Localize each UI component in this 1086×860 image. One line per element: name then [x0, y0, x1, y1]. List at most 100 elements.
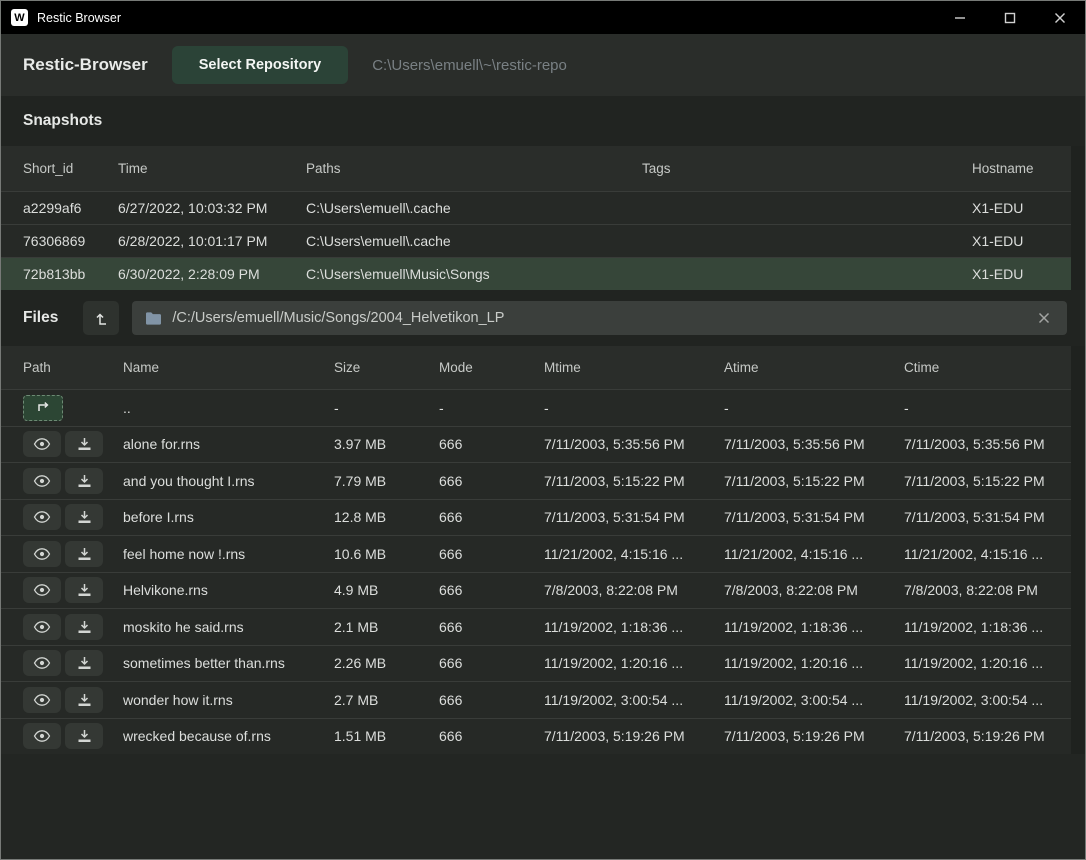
download-file-button[interactable]: [65, 541, 103, 567]
preview-file-button[interactable]: [23, 541, 61, 567]
file-name: wonder how it.rns: [123, 692, 334, 708]
column-header-mode: Mode: [439, 360, 544, 375]
file-mtime: 11/21/2002, 4:15:16 ...: [544, 546, 724, 562]
snapshot-time: 6/28/2022, 10:01:17 PM: [118, 233, 306, 249]
download-file-button[interactable]: [65, 614, 103, 640]
file-ctime: 7/11/2003, 5:19:26 PM: [904, 728, 1071, 744]
window-title: Restic Browser: [37, 11, 121, 25]
parent-directory-row: .. - - - - -: [1, 389, 1071, 426]
download-file-button[interactable]: [65, 577, 103, 603]
file-row: sometimes better than.rns 2.26 MB 666 11…: [1, 645, 1071, 682]
eye-icon: [33, 656, 51, 670]
file-size: -: [334, 400, 439, 416]
file-mtime: 7/11/2003, 5:31:54 PM: [544, 509, 724, 525]
file-atime: 7/11/2003, 5:19:26 PM: [724, 728, 904, 744]
file-mode: 666: [439, 509, 544, 525]
toolbar: Restic-Browser Select Repository C:\User…: [1, 34, 1085, 96]
file-mtime: -: [544, 400, 724, 416]
file-mode: 666: [439, 436, 544, 452]
preview-file-button[interactable]: [23, 650, 61, 676]
file-row-actions: [23, 431, 123, 457]
column-header-hostname: Hostname: [972, 161, 1071, 176]
preview-file-button[interactable]: [23, 723, 61, 749]
app-title: Restic-Browser: [23, 55, 148, 75]
maximize-icon: [1004, 12, 1016, 24]
snapshots-scrollbar-gutter[interactable]: [1071, 146, 1085, 290]
files-path-breadcrumb: /C:/Users/emuell/Music/Songs/2004_Helvet…: [132, 301, 1067, 335]
preview-file-button[interactable]: [23, 504, 61, 530]
file-row: moskito he said.rns 2.1 MB 666 11/19/200…: [1, 608, 1071, 645]
snapshot-row[interactable]: 72b813bb 6/30/2022, 2:28:09 PM C:\Users\…: [1, 257, 1071, 290]
download-file-button[interactable]: [65, 650, 103, 676]
folder-icon: [145, 311, 162, 326]
file-row-actions: [23, 504, 123, 530]
download-file-button[interactable]: [65, 504, 103, 530]
download-file-button[interactable]: [65, 431, 103, 457]
select-repository-button[interactable]: Select Repository: [172, 46, 349, 84]
snapshot-paths: C:\Users\emuell\.cache: [306, 233, 642, 249]
preview-file-button[interactable]: [23, 614, 61, 640]
column-header-size: Size: [334, 360, 439, 375]
download-file-button[interactable]: [65, 687, 103, 713]
file-atime: 7/11/2003, 5:35:56 PM: [724, 436, 904, 452]
file-mtime: 7/11/2003, 5:15:22 PM: [544, 473, 724, 489]
download-icon: [77, 510, 92, 524]
download-icon: [77, 474, 92, 488]
snapshot-hostname: X1-EDU: [972, 266, 1071, 282]
column-header-atime: Atime: [724, 360, 904, 375]
file-size: 7.79 MB: [334, 473, 439, 489]
column-header-tags: Tags: [642, 161, 972, 176]
file-name: wrecked because of.rns: [123, 728, 334, 744]
file-mtime: 7/11/2003, 5:35:56 PM: [544, 436, 724, 452]
file-mode: 666: [439, 546, 544, 562]
eye-icon: [33, 620, 51, 634]
snapshots-table: Short_id Time Paths Tags Hostname a2299a…: [1, 146, 1085, 290]
up-level-button[interactable]: [83, 301, 119, 335]
download-file-button[interactable]: [65, 468, 103, 494]
download-icon: [77, 693, 92, 707]
download-icon: [77, 547, 92, 561]
file-mtime: 7/8/2003, 8:22:08 PM: [544, 582, 724, 598]
snapshot-short-id: a2299af6: [23, 200, 118, 216]
file-mode: -: [439, 400, 544, 416]
snapshot-row[interactable]: a2299af6 6/27/2022, 10:03:32 PM C:\Users…: [1, 191, 1071, 224]
download-icon: [77, 620, 92, 634]
column-header-short-id: Short_id: [23, 161, 118, 176]
up-level-arrow-icon: [93, 310, 110, 327]
file-row: Helvikone.rns 4.9 MB 666 7/8/2003, 8:22:…: [1, 572, 1071, 609]
maximize-button[interactable]: [985, 1, 1035, 34]
file-row-actions: [23, 687, 123, 713]
go-parent-directory-button[interactable]: [23, 395, 63, 421]
file-mode: 666: [439, 582, 544, 598]
preview-file-button[interactable]: [23, 468, 61, 494]
file-row: alone for.rns 3.97 MB 666 7/11/2003, 5:3…: [1, 426, 1071, 463]
minimize-button[interactable]: [935, 1, 985, 34]
download-icon: [77, 656, 92, 670]
download-file-button[interactable]: [65, 723, 103, 749]
file-ctime: 11/19/2002, 3:00:54 ...: [904, 692, 1071, 708]
titlebar-left: W Restic Browser: [1, 9, 121, 26]
file-atime: 11/19/2002, 1:20:16 ...: [724, 655, 904, 671]
files-section-header: Files /C:/Users/emuell/Music/Songs/2004_…: [1, 290, 1085, 346]
files-scrollbar-gutter[interactable]: [1071, 346, 1085, 754]
file-mtime: 11/19/2002, 1:20:16 ...: [544, 655, 724, 671]
file-atime: 11/19/2002, 1:18:36 ...: [724, 619, 904, 635]
snapshot-hostname: X1-EDU: [972, 200, 1071, 216]
close-button[interactable]: [1035, 1, 1085, 34]
preview-file-button[interactable]: [23, 577, 61, 603]
eye-icon: [33, 547, 51, 561]
preview-file-button[interactable]: [23, 687, 61, 713]
file-row-actions: [23, 577, 123, 603]
preview-file-button[interactable]: [23, 431, 61, 457]
file-atime: 7/8/2003, 8:22:08 PM: [724, 582, 904, 598]
snapshot-row[interactable]: 76306869 6/28/2022, 10:01:17 PM C:\Users…: [1, 224, 1071, 257]
file-row-actions: [23, 723, 123, 749]
file-row-actions: [23, 650, 123, 676]
download-icon: [77, 437, 92, 451]
column-header-ctime: Ctime: [904, 360, 1071, 375]
clear-path-button[interactable]: [1034, 308, 1054, 328]
breadcrumb-path-text: /C:/Users/emuell/Music/Songs/2004_Helvet…: [172, 310, 1024, 326]
enter-parent-arrow-icon: [35, 400, 52, 415]
wails-logo-icon: W: [11, 9, 28, 26]
files-heading: Files: [23, 309, 58, 327]
